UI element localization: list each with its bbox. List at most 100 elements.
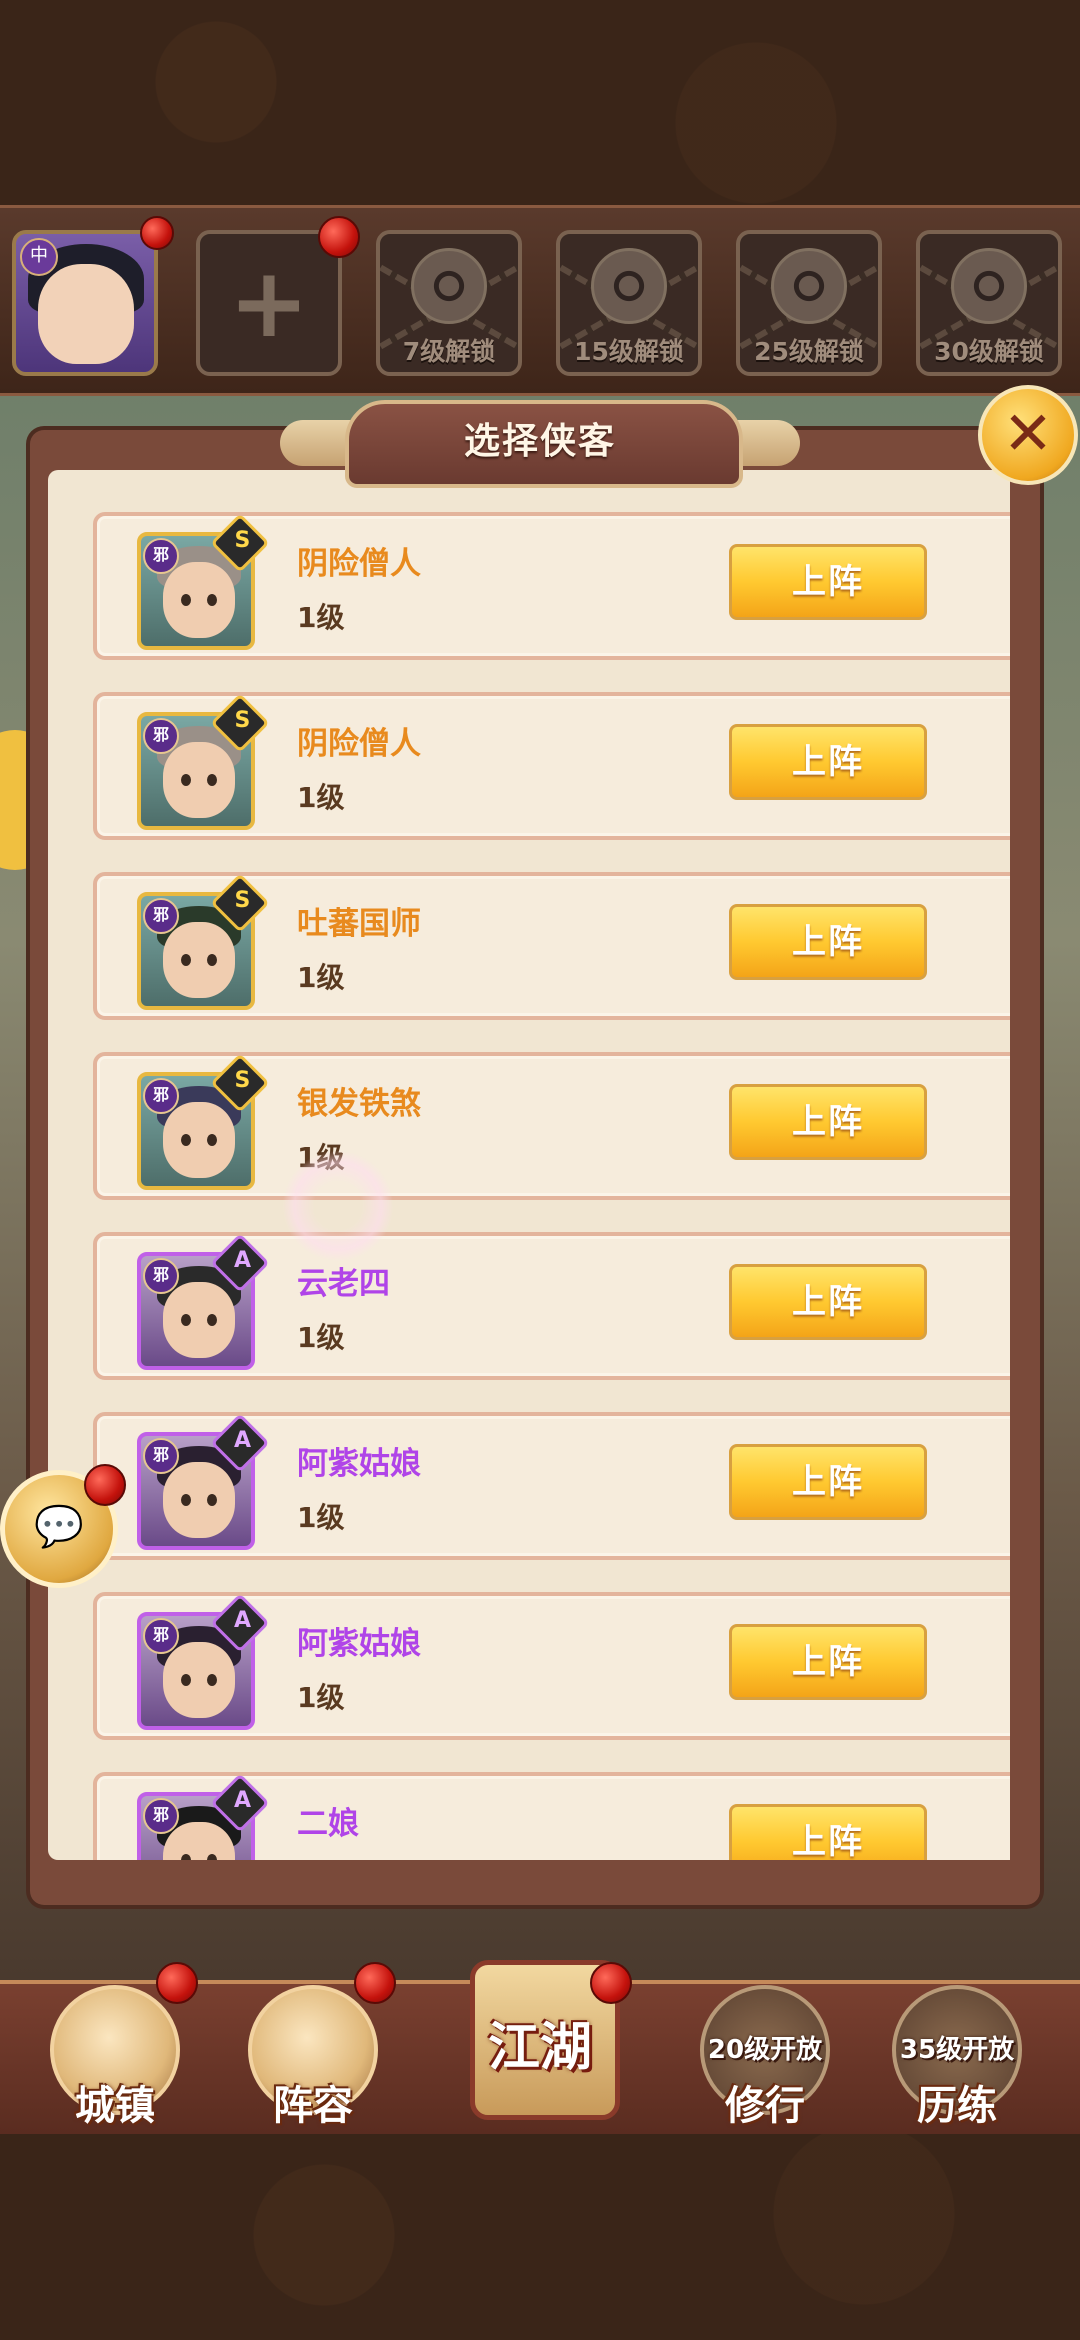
lock-requirement: 35级开放 <box>899 2035 1015 2065</box>
hero-level: 1级 <box>297 1681 345 1714</box>
hero-level: 1级 <box>297 1501 345 1534</box>
hero-name: 云老四 <box>297 1266 390 1302</box>
notification-dot <box>590 1962 632 2004</box>
slot-locked-15[interactable]: 15级解锁 <box>556 230 702 376</box>
avatar-eye <box>207 1674 217 1686</box>
hero-row: 邪 A 阿紫姑娘 1级 上阵 <box>93 1412 1010 1560</box>
avatar-eye <box>181 1314 191 1326</box>
avatar-face <box>163 1642 235 1718</box>
hero-name: 银发铁煞 <box>297 1086 421 1122</box>
nav-label: 历练 <box>917 2083 997 2129</box>
hero-list[interactable]: 邪 S 阴险僧人 1级 上阵 邪 S 阴险僧人 1级 上阵 邪 S 吐蕃国师 1… <box>48 500 1010 1860</box>
deploy-button[interactable]: 上阵 <box>729 1444 927 1520</box>
nav-label: 修行 <box>725 2083 805 2129</box>
panel-title: 选择侠客 <box>463 421 616 462</box>
avatar-face <box>163 922 235 998</box>
avatar-eye <box>207 1494 217 1506</box>
deploy-button[interactable]: 上阵 <box>729 1624 927 1700</box>
close-icon: ✕ <box>1002 399 1054 469</box>
avatar-face <box>163 562 235 638</box>
hero-level: 1级 <box>297 961 345 994</box>
faction-badge: 邪 <box>143 1258 179 1294</box>
hero-name: 阴险僧人 <box>297 726 421 762</box>
hero-faction-tag: 中 <box>20 238 58 276</box>
chat-icon: 💬 <box>34 1504 84 1550</box>
slot-locked-7[interactable]: 7级解锁 <box>376 230 522 376</box>
plus-icon: + <box>228 247 310 359</box>
hero-row: 邪 S 阴险僧人 1级 上阵 <box>93 692 1010 840</box>
hero-level: 1级 <box>297 1321 345 1354</box>
hero-level: 1级 <box>297 781 345 814</box>
avatar-eye <box>181 774 191 786</box>
lock-icon <box>771 248 847 325</box>
faction-badge: 邪 <box>143 1438 179 1474</box>
unlock-requirement: 7级解锁 <box>402 337 496 366</box>
avatar-eye <box>181 1674 191 1686</box>
nav-town[interactable]: 城镇 <box>40 1985 190 2129</box>
hero-row: 邪 A 二娘 1级 上阵 <box>93 1772 1010 1860</box>
deploy-button[interactable]: 上阵 <box>729 544 927 620</box>
avatar-face <box>163 1102 235 1178</box>
deploy-button[interactable]: 上阵 <box>729 1264 927 1340</box>
avatar-face <box>163 1462 235 1538</box>
avatar-eye <box>181 594 191 606</box>
avatar-face <box>163 742 235 818</box>
deploy-button[interactable]: 上阵 <box>729 1804 927 1860</box>
hero-row: 邪 S 阴险僧人 1级 上阵 <box>93 512 1010 660</box>
lock-icon <box>411 248 487 325</box>
lock-requirement: 20级开放 <box>707 2035 823 2065</box>
hero-level: 1级 <box>297 1856 344 1860</box>
avatar-eye <box>181 954 191 966</box>
notification-dot <box>84 1464 126 1506</box>
hero-name: 阿紫姑娘 <box>297 1626 421 1662</box>
nav-practice[interactable]: 20级开放 修行 <box>690 1985 840 2129</box>
hero-name: 吐蕃国师 <box>297 906 421 942</box>
avatar-eye <box>207 774 217 786</box>
close-button[interactable]: ✕ <box>978 385 1078 485</box>
avatar-eye <box>181 1134 191 1146</box>
faction-badge: 邪 <box>143 1798 179 1834</box>
slot-locked-30[interactable]: 30级解锁 <box>916 230 1062 376</box>
unlock-requirement: 25级解锁 <box>754 337 864 366</box>
faction-badge: 邪 <box>143 1078 179 1114</box>
bottom-background <box>0 2130 1080 2340</box>
unlock-requirement: 15级解锁 <box>574 337 684 366</box>
hero-row: 邪 A 阿紫姑娘 1级 上阵 <box>93 1592 1010 1740</box>
hero-level: 1级 <box>297 601 345 634</box>
hero-name: 阿紫姑娘 <box>297 1446 421 1482</box>
nav-lineup[interactable]: 阵容 <box>238 1985 388 2129</box>
touch-ripple <box>282 1150 394 1262</box>
nav-label: 城镇 <box>75 2083 155 2129</box>
unlock-requirement: 30级解锁 <box>934 337 1044 366</box>
hero-row: 邪 A 云老四 1级 上阵 <box>93 1232 1010 1380</box>
avatar-eye <box>207 1134 217 1146</box>
lock-icon <box>951 248 1027 325</box>
top-background <box>0 0 1080 205</box>
slot-hero-1[interactable]: 中 <box>12 230 158 376</box>
hero-name: 阴险僧人 <box>297 546 421 582</box>
faction-badge: 邪 <box>143 538 179 574</box>
avatar-eye <box>207 954 217 966</box>
notification-dot <box>354 1962 396 2004</box>
avatar-eye <box>207 594 217 606</box>
avatar-face <box>163 1282 235 1358</box>
notification-dot <box>156 1962 198 2004</box>
nav-label: 江湖 <box>487 2018 592 2078</box>
hero-row: 邪 S 银发铁煞 1级 上阵 <box>93 1052 1010 1200</box>
nav-training[interactable]: 35级开放 历练 <box>882 1985 1032 2129</box>
avatar-eye <box>181 1494 191 1506</box>
faction-badge: 邪 <box>143 898 179 934</box>
slot-locked-25[interactable]: 25级解锁 <box>736 230 882 376</box>
hero-name: 二娘 <box>297 1806 359 1842</box>
avatar-eye <box>181 1854 191 1860</box>
slot-add[interactable]: + <box>196 230 342 376</box>
hero-portrait-face <box>38 264 134 364</box>
deploy-button[interactable]: 上阵 <box>729 1084 927 1160</box>
deploy-button[interactable]: 上阵 <box>729 904 927 980</box>
notification-dot <box>140 216 174 250</box>
faction-badge: 邪 <box>143 718 179 754</box>
deploy-button[interactable]: 上阵 <box>729 724 927 800</box>
notification-dot <box>318 216 360 258</box>
faction-badge: 邪 <box>143 1618 179 1654</box>
lock-icon <box>591 248 667 325</box>
